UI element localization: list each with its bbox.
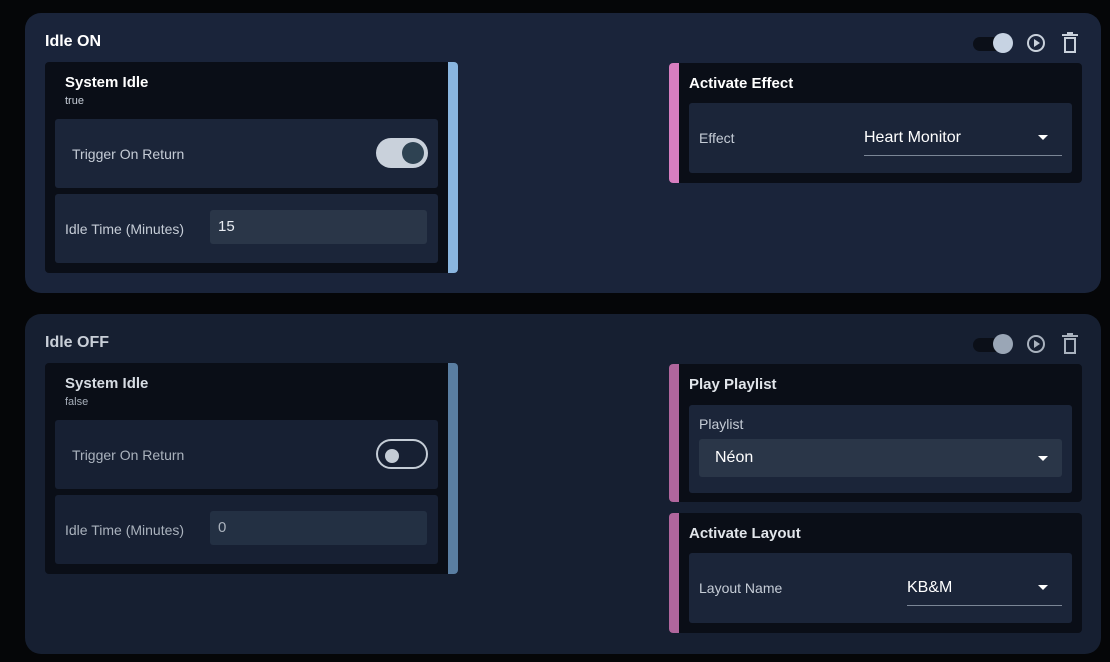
trigger-value: false — [65, 396, 89, 408]
rule-controls — [973, 332, 1081, 356]
action-title: Play Playlist — [689, 376, 777, 393]
idle-time-row: Idle Time (Minutes) 0 — [55, 495, 438, 564]
idle-time-input[interactable]: 15 — [210, 210, 427, 244]
rule-card-idle-on: Idle ON System Idle true Trigger On Retu… — [25, 13, 1101, 293]
trigger-on-return-switch[interactable] — [376, 439, 428, 469]
trigger-title: System Idle — [65, 375, 149, 392]
idle-time-label: Idle Time (Minutes) — [65, 221, 185, 237]
idle-time-row: Idle Time (Minutes) 15 — [55, 194, 438, 263]
action-title: Activate Layout — [689, 525, 801, 542]
rule-controls — [973, 31, 1081, 55]
idle-time-input[interactable]: 0 — [210, 511, 427, 545]
effect-select[interactable]: Heart Monitor — [864, 125, 1062, 156]
trigger-accent-bar — [448, 62, 458, 273]
trigger-card: System Idle true Trigger On Return Idle … — [45, 62, 458, 273]
rule-enable-toggle[interactable] — [973, 33, 1013, 53]
effect-row: Effect Heart Monitor — [689, 103, 1072, 173]
rule-title: Idle OFF — [45, 334, 109, 351]
trigger-title: System Idle — [65, 74, 149, 91]
play-circle-icon[interactable] — [1025, 32, 1047, 54]
action-accent-bar — [669, 364, 679, 502]
layout-select-value: KB&M — [907, 579, 953, 596]
rule-card-idle-off: Idle OFF System Idle false Trigger On Re… — [25, 314, 1101, 654]
trash-icon[interactable] — [1059, 333, 1081, 355]
trigger-on-return-row: Trigger On Return — [55, 420, 438, 489]
action-title: Activate Effect — [689, 75, 794, 92]
trigger-on-return-label: Trigger On Return — [72, 447, 185, 463]
play-circle-icon[interactable] — [1025, 333, 1047, 355]
switch-knob — [385, 449, 399, 463]
rule-enable-toggle[interactable] — [973, 334, 1013, 354]
action-accent-bar — [669, 513, 679, 633]
chevron-down-icon — [1038, 135, 1048, 140]
layout-name-label: Layout Name — [699, 580, 783, 596]
action-card-activate-effect: Activate Effect Effect Heart Monitor — [669, 63, 1082, 183]
action-card-activate-layout: Activate Layout Layout Name KB&M — [669, 513, 1082, 633]
playlist-label: Playlist — [699, 416, 744, 432]
rule-title: Idle ON — [45, 33, 102, 50]
trigger-accent-bar — [448, 363, 458, 574]
idle-time-label: Idle Time (Minutes) — [65, 522, 185, 538]
layout-row: Layout Name KB&M — [689, 553, 1072, 623]
effect-select-value: Heart Monitor — [864, 129, 961, 146]
chevron-down-icon — [1038, 456, 1048, 461]
playlist-row: Playlist Néon — [689, 405, 1072, 493]
action-card-play-playlist: Play Playlist Playlist Néon — [669, 364, 1082, 502]
toggle-knob — [993, 33, 1013, 53]
switch-knob — [402, 142, 424, 164]
playlist-select[interactable]: Néon — [699, 439, 1062, 477]
trigger-on-return-label: Trigger On Return — [72, 146, 185, 162]
effect-label: Effect — [699, 130, 735, 146]
chevron-down-icon — [1038, 585, 1048, 590]
trash-icon[interactable] — [1059, 32, 1081, 54]
action-accent-bar — [669, 63, 679, 183]
playlist-select-value: Néon — [715, 449, 754, 466]
trigger-on-return-row: Trigger On Return — [55, 119, 438, 188]
toggle-knob — [993, 334, 1013, 354]
trigger-on-return-switch[interactable] — [376, 138, 428, 168]
trigger-value: true — [65, 95, 84, 107]
layout-select[interactable]: KB&M — [907, 575, 1062, 606]
trigger-card: System Idle false Trigger On Return Idle… — [45, 363, 458, 574]
